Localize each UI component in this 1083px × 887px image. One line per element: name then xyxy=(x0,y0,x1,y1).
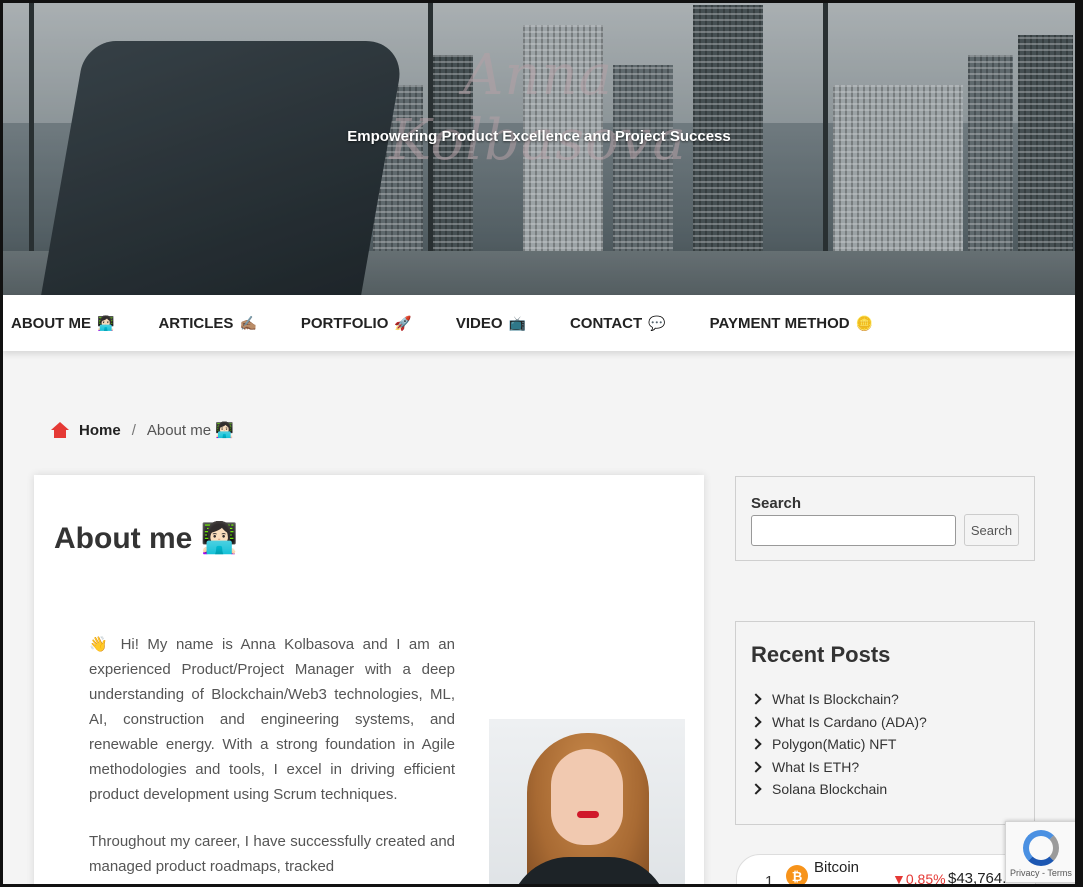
rocket-icon: 🚀 xyxy=(394,314,412,331)
technologist-emoji-icon: 👩🏻‍💻 xyxy=(97,314,115,331)
nav-item-label: ARTICLES xyxy=(158,314,234,332)
list-item[interactable]: Solana Blockchain xyxy=(750,778,927,801)
career-paragraph: Throughout my career, I have successfull… xyxy=(89,833,455,875)
main-nav: ABOUT ME 👩🏻‍💻 ARTICLES ✍🏽 PORTFOLIO 🚀 VI… xyxy=(3,295,1075,351)
recaptcha-badge[interactable]: Privacy - Terms xyxy=(1005,821,1075,883)
chevron-right-icon xyxy=(750,716,762,728)
crypto-ticker-widget: 1 ₿ Bitcoin ▼0.85% $43,764.97 xyxy=(736,854,1036,887)
nav-item-payment-method[interactable]: PAYMENT METHOD 🪙 xyxy=(710,315,873,332)
nav-item-articles[interactable]: ARTICLES ✍🏽 xyxy=(158,315,256,332)
site-tagline: Empowering Product Excellence and Projec… xyxy=(347,128,731,145)
ticker-change: ▼0.85% xyxy=(892,871,946,887)
profile-photo xyxy=(489,719,685,884)
nav-item-label: CONTACT xyxy=(569,314,643,332)
recent-posts-list: What Is Blockchain? What Is Cardano (ADA… xyxy=(750,688,927,801)
browser-viewport: Anna Kolbasova Empowering Product Excell… xyxy=(0,0,1083,887)
breadcrumb-separator: / xyxy=(131,421,136,439)
chevron-right-icon xyxy=(750,738,762,750)
nav-item-video[interactable]: VIDEO 📺 xyxy=(456,315,526,332)
nav-item-label: VIDEO xyxy=(455,314,503,332)
recaptcha-links[interactable]: Privacy - Terms xyxy=(1010,868,1072,878)
post-link[interactable]: What Is ETH? xyxy=(772,759,859,775)
breadcrumb: Home / About me 👩🏻‍💻 xyxy=(51,421,234,439)
list-item[interactable]: Polygon(Matic) NFT xyxy=(750,733,927,756)
chevron-right-icon xyxy=(750,761,762,773)
site-header: Anna Kolbasova Empowering Product Excell… xyxy=(3,3,1075,295)
coin-icon: 🪙 xyxy=(855,314,874,331)
chevron-right-icon xyxy=(750,693,762,705)
recent-posts-widget: Recent Posts What Is Blockchain? What Is… xyxy=(735,621,1035,825)
search-input[interactable] xyxy=(751,515,956,546)
list-item[interactable]: What Is Cardano (ADA)? xyxy=(750,711,927,734)
post-link[interactable]: What Is Blockchain? xyxy=(772,691,899,707)
search-button[interactable]: Search xyxy=(964,514,1019,546)
post-link[interactable]: Polygon(Matic) NFT xyxy=(772,736,896,752)
nav-item-label: ABOUT ME xyxy=(11,314,91,332)
television-icon: 📺 xyxy=(508,314,526,331)
breadcrumb-home-link[interactable]: Home xyxy=(79,422,121,439)
speech-bubble-icon: 💬 xyxy=(648,314,666,331)
nav-item-portfolio[interactable]: PORTFOLIO 🚀 xyxy=(301,315,412,332)
content-card: About me 👩🏻‍💻 👋 Hi! My name is Anna Kolb… xyxy=(34,475,704,884)
post-link[interactable]: Solana Blockchain xyxy=(772,781,887,797)
writing-hand-icon: ✍🏽 xyxy=(239,314,257,331)
nav-item-contact[interactable]: CONTACT 💬 xyxy=(570,315,666,332)
recent-posts-heading: Recent Posts xyxy=(751,642,891,667)
ticker-rank: 1 xyxy=(765,873,774,887)
nav-item-label: PAYMENT METHOD xyxy=(709,314,850,332)
nav-item-about-me[interactable]: ABOUT ME 👩🏻‍💻 xyxy=(11,315,114,332)
ticker-coin-name[interactable]: Bitcoin xyxy=(814,859,859,876)
chevron-right-icon xyxy=(750,783,762,795)
post-link[interactable]: What Is Cardano (ADA)? xyxy=(772,714,927,730)
list-item[interactable]: What Is Blockchain? xyxy=(750,688,927,711)
intro-paragraph: 👋 Hi! My name is Anna Kolbasova and I am… xyxy=(89,636,455,803)
page-title: About me 👩🏻‍💻 xyxy=(54,522,239,555)
search-widget: Search Search xyxy=(735,476,1035,561)
bitcoin-icon: ₿ xyxy=(786,865,808,884)
home-icon[interactable] xyxy=(51,422,69,438)
recaptcha-logo-icon xyxy=(1023,830,1059,866)
nav-item-label: PORTFOLIO xyxy=(300,314,389,332)
list-item[interactable]: What Is ETH? xyxy=(750,756,927,779)
search-label: Search xyxy=(751,495,802,512)
site-title[interactable]: Anna Kolbasova xyxy=(323,43,753,173)
breadcrumb-current: About me 👩🏻‍💻 xyxy=(146,422,234,439)
